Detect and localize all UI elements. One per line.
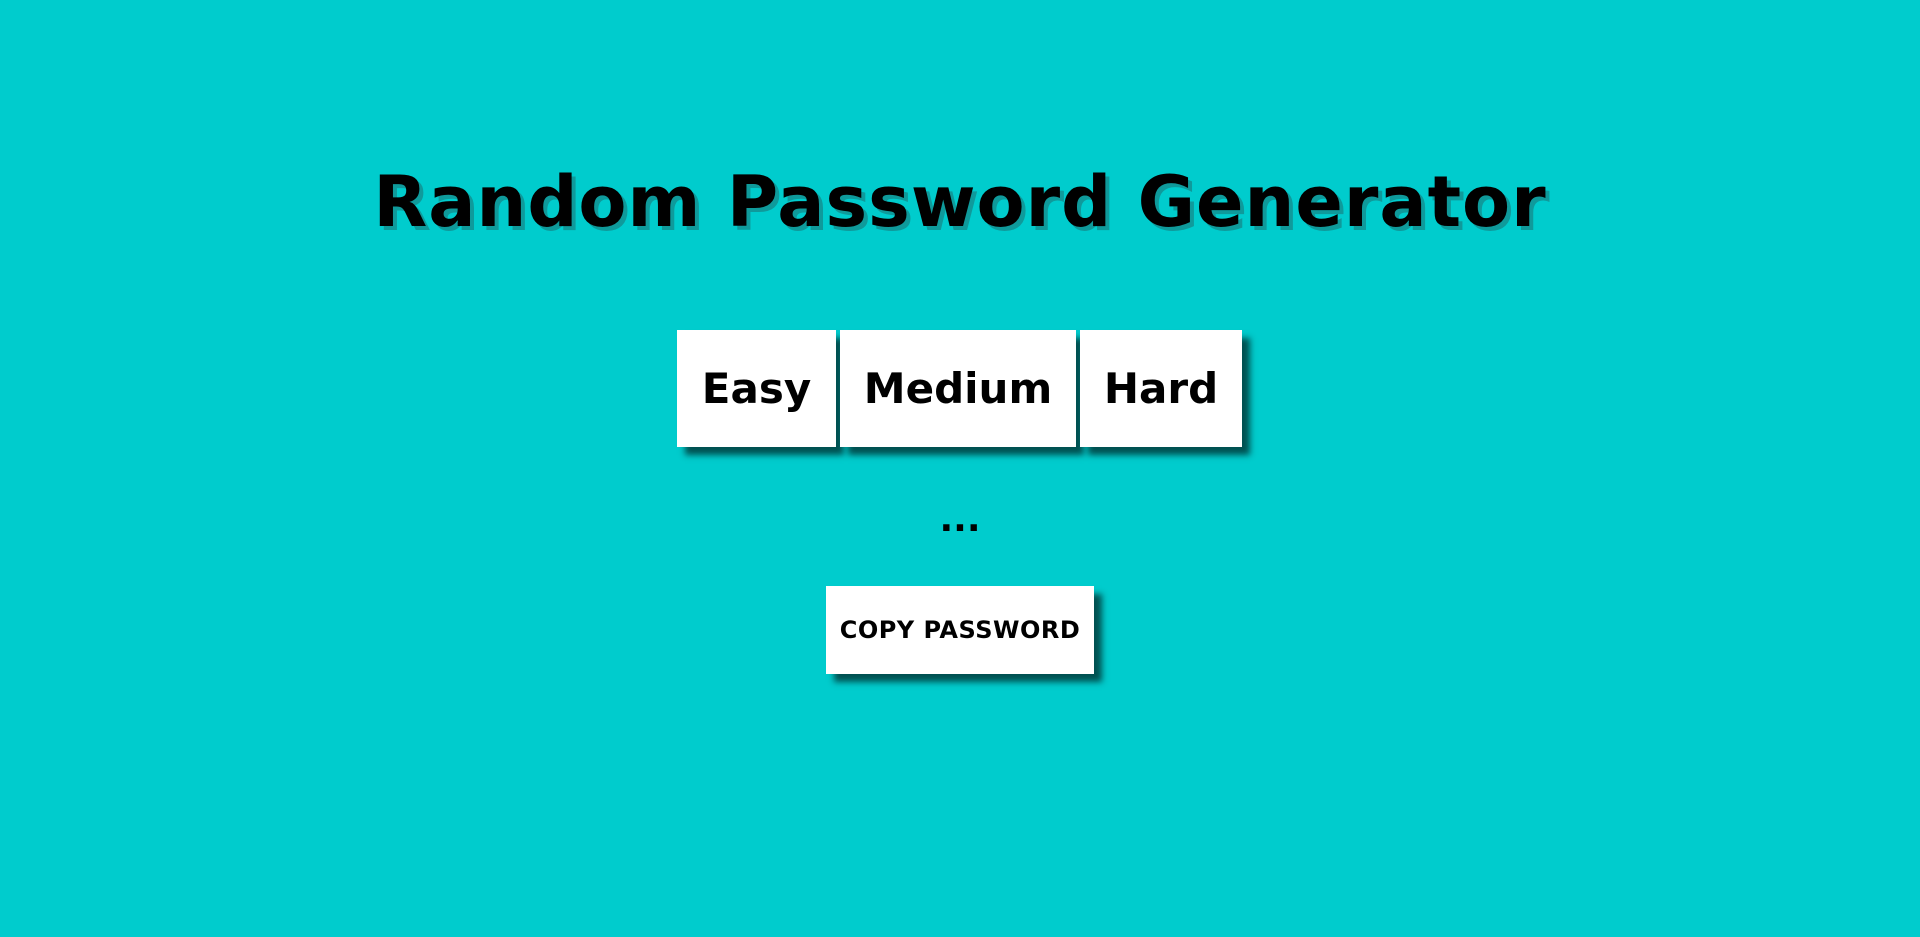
page-title: Random Password Generator [373,161,1547,243]
copy-password-button[interactable]: COPY PASSWORD [826,586,1094,674]
difficulty-selector: Easy Medium Hard [677,330,1242,447]
password-output: ... [939,499,981,540]
easy-button[interactable]: Easy [677,330,836,447]
medium-button[interactable]: Medium [840,330,1076,447]
app-page: Random Password Generator Easy Medium Ha… [0,0,1920,937]
hard-button[interactable]: Hard [1080,330,1242,447]
